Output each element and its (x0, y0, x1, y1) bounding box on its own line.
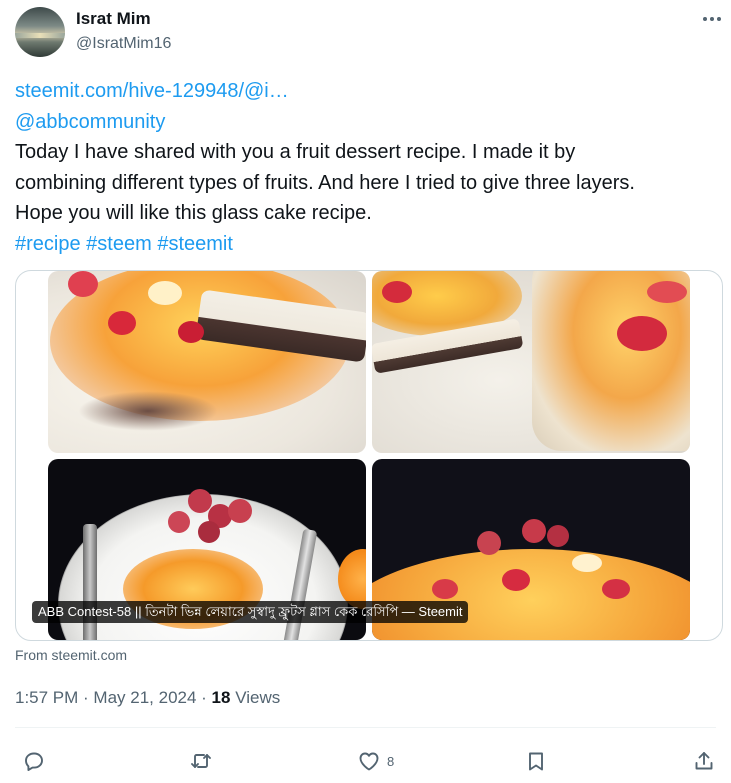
more-options-icon[interactable] (697, 7, 727, 31)
body-line: Today I have shared with you a fruit des… (15, 141, 576, 163)
author-handle[interactable]: @IsratMim16 (76, 35, 171, 53)
tweet-time[interactable]: 1:57 PM (15, 688, 78, 707)
share-button[interactable] (692, 748, 716, 774)
hashtag-line: #recipe #steem #steemit (15, 229, 715, 260)
views-label: Views (230, 688, 281, 707)
card-source[interactable]: From steemit.com (15, 647, 127, 663)
hashtag-recipe[interactable]: #recipe (15, 233, 81, 255)
like-count: 8 (387, 753, 395, 769)
body-line: Hope you will like this glass cake recip… (15, 202, 372, 224)
body-line: combining different types of fruits. And… (15, 171, 635, 194)
bookmark-button[interactable] (524, 748, 548, 774)
hashtag-steem[interactable]: #steem (86, 233, 152, 255)
tweet-meta: 1:57 PM · May 21, 2024 · 18 Views (15, 688, 280, 708)
divider (15, 727, 716, 728)
link-preview-card[interactable]: ABB Contest-58 || তিনটা ভিন্ন লেয়ারে সু… (15, 270, 723, 641)
preview-image-cake-slice (48, 271, 366, 453)
hashtag-steemit[interactable]: #steemit (157, 233, 233, 255)
card-title-overlay: ABB Contest-58 || তিনটা ভিন্ন লেয়ারে সু… (32, 601, 469, 623)
reply-button[interactable] (22, 748, 46, 774)
heart-icon (359, 752, 379, 771)
share-icon (695, 752, 713, 770)
like-button[interactable]: 8 (357, 748, 394, 774)
tweet-text: steemit.com/hive-129948/@i… @abbcommunit… (15, 76, 715, 259)
views-count: 18 (211, 688, 231, 707)
author-display-name[interactable]: Israt Mim (76, 9, 151, 29)
meta-separator: · (196, 688, 212, 707)
mention-link[interactable]: @abbcommunity (15, 107, 715, 138)
post-link[interactable]: steemit.com/hive-129948/@i… (15, 76, 715, 107)
bookmark-icon (529, 752, 543, 771)
avatar[interactable] (15, 7, 65, 57)
reply-icon (25, 752, 43, 771)
repost-button[interactable] (189, 748, 213, 774)
meta-separator: · (78, 688, 94, 707)
preview-image-cake-cut (372, 271, 690, 453)
repost-icon (191, 754, 211, 768)
tweet-date[interactable]: May 21, 2024 (93, 688, 196, 707)
